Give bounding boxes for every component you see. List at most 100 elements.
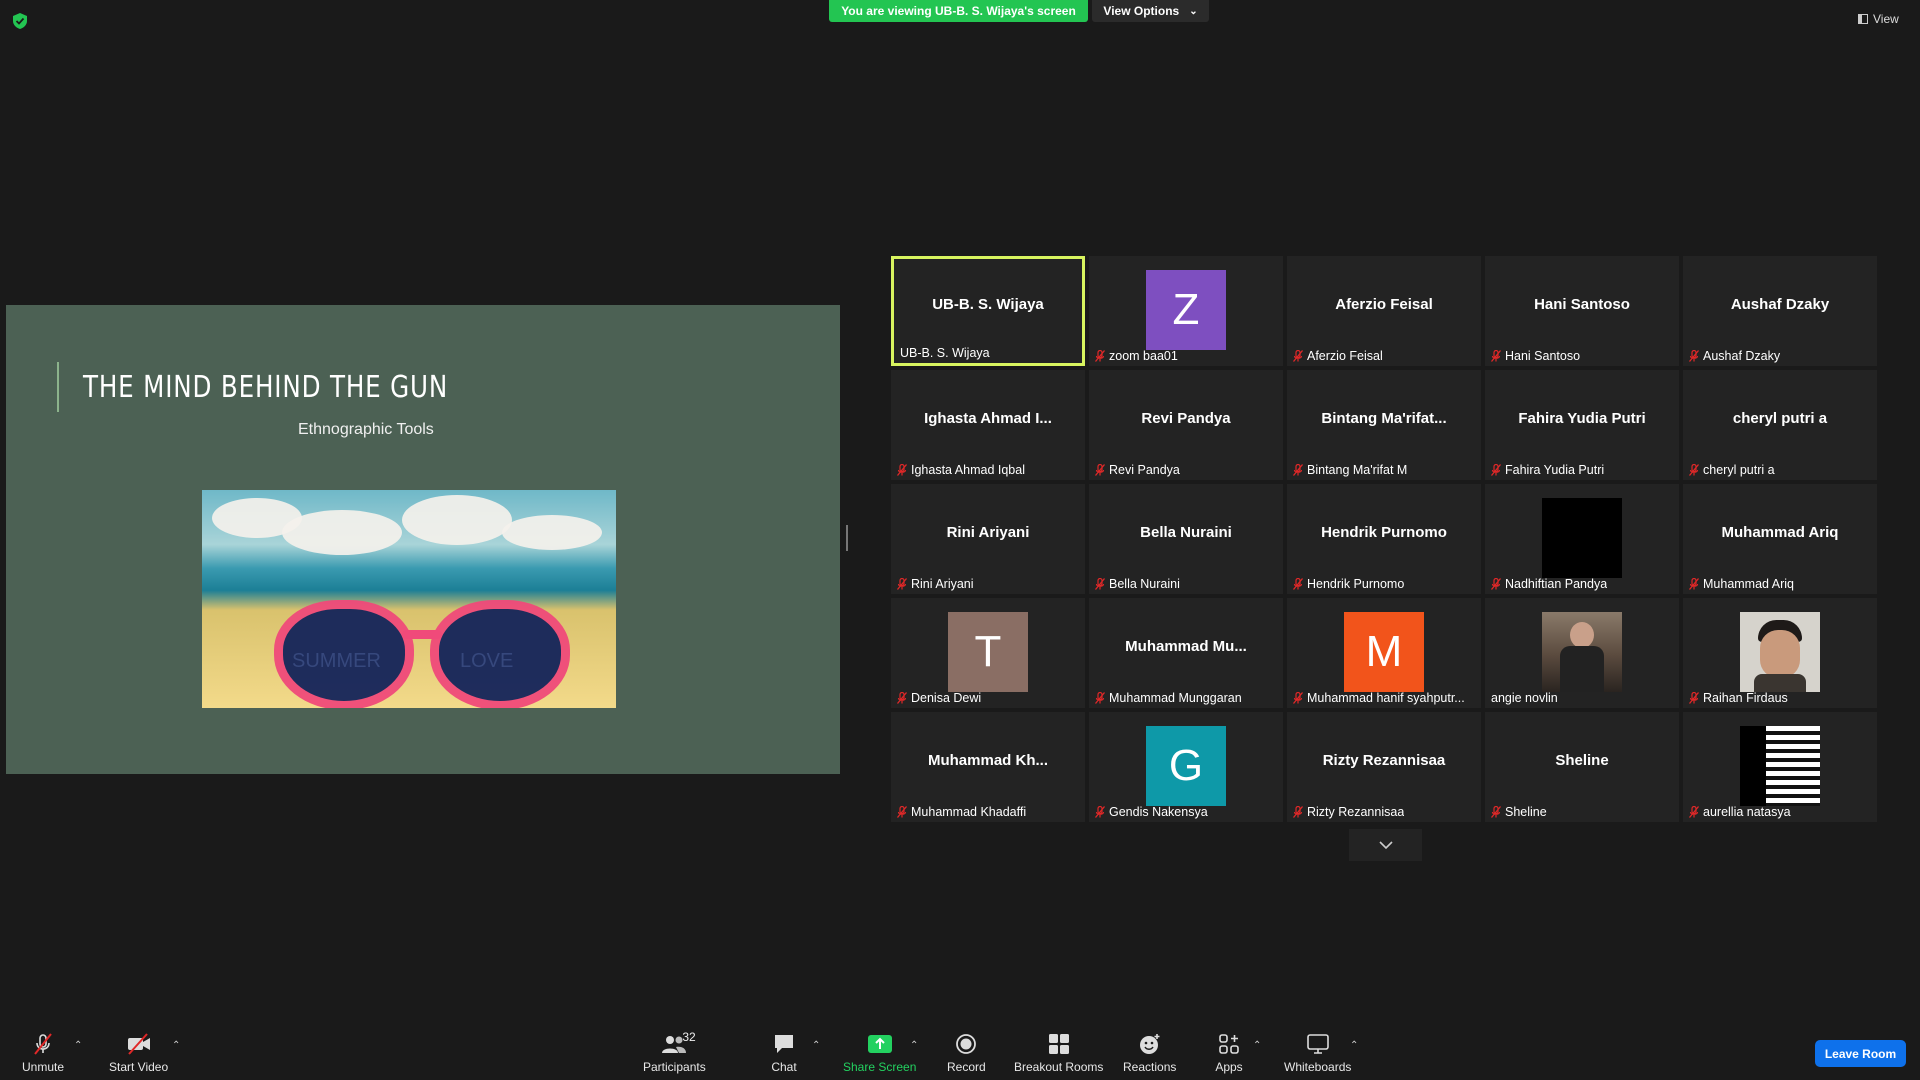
chevron-down-icon: ⌄: [1189, 5, 1198, 17]
participant-name-label: Rizty Rezannisaa: [1293, 805, 1404, 819]
participant-tile[interactable]: Hani Santoso Hani Santoso: [1485, 256, 1679, 366]
participants-count: 32: [682, 1030, 696, 1044]
audio-options-caret[interactable]: ⌃: [74, 1040, 82, 1051]
participant-name-label: Fahira Yudia Putri: [1491, 463, 1604, 477]
participant-tile[interactable]: aurellia natasya: [1683, 712, 1877, 822]
participant-tile[interactable]: Muhammad Kh... Muhammad Khadaffi: [891, 712, 1085, 822]
start-video-button[interactable]: Start Video: [109, 1032, 168, 1074]
share-options-caret[interactable]: ⌃: [910, 1040, 918, 1051]
participant-avatar: G: [1146, 726, 1226, 806]
participant-name-label: Bella Nuraini: [1095, 577, 1180, 591]
apps-options-caret[interactable]: ⌃: [1253, 1040, 1261, 1051]
participant-tile[interactable]: Rizty Rezannisaa Rizty Rezannisaa: [1287, 712, 1481, 822]
participant-video: [1542, 498, 1622, 578]
participant-tile[interactable]: Bella Nuraini Bella Nuraini: [1089, 484, 1283, 594]
apps-icon: [1219, 1034, 1239, 1054]
participant-name: Hani Santoso: [1505, 349, 1581, 363]
breakout-rooms-icon: [1048, 1034, 1069, 1054]
participant-tile[interactable]: angie novlin: [1485, 598, 1679, 708]
participant-name-label: Raihan Firdaus: [1689, 691, 1788, 705]
participant-name-label: Muhammad hanif syahputr...: [1293, 691, 1465, 705]
participant-name-label: Nadhiftian Pandya: [1491, 577, 1607, 591]
participant-tile[interactable]: T Denisa Dewi: [891, 598, 1085, 708]
participant-name-label: Muhammad Munggaran: [1095, 691, 1242, 705]
share-screen-button[interactable]: Share Screen: [843, 1032, 916, 1074]
participant-name: Rini Ariyani: [911, 577, 974, 591]
participant-tile[interactable]: G Gendis Nakensya: [1089, 712, 1283, 822]
record-button[interactable]: Record: [947, 1032, 986, 1074]
participant-video: [1740, 612, 1820, 692]
participant-tile[interactable]: M Muhammad hanif syahputr...: [1287, 598, 1481, 708]
participant-display-name: cheryl putri a: [1732, 409, 1828, 427]
participant-tile[interactable]: Sheline Sheline: [1485, 712, 1679, 822]
image-text-love: LOVE: [460, 650, 514, 672]
record-icon: [956, 1034, 977, 1054]
participant-tile[interactable]: Zzoom baa01: [1089, 256, 1283, 366]
mic-muted-icon: [1095, 578, 1105, 590]
participant-display-name: Aushaf Dzaky: [1730, 295, 1830, 313]
chat-button[interactable]: Chat: [770, 1032, 798, 1074]
participant-display-name: Rini Ariyani: [946, 523, 1030, 541]
participant-tile[interactable]: Ighasta Ahmad I... Ighasta Ahmad Iqbal: [891, 370, 1085, 480]
mic-muted-icon: [1293, 350, 1303, 362]
share-screen-icon: [867, 1035, 892, 1053]
whiteboards-options-caret[interactable]: ⌃: [1350, 1040, 1358, 1051]
participant-tile[interactable]: Nadhiftian Pandya: [1485, 484, 1679, 594]
participant-name: Bintang Ma'rifat M: [1307, 463, 1408, 477]
video-off-icon: [127, 1033, 150, 1055]
participant-name: Muhammad Khadaffi: [911, 805, 1027, 819]
security-shield-icon[interactable]: [13, 13, 27, 29]
chat-options-caret[interactable]: ⌃: [812, 1040, 820, 1051]
participant-name-label: Denisa Dewi: [897, 691, 981, 705]
slide-accent-line: [57, 362, 59, 412]
participant-tile[interactable]: Bintang Ma'rifat... Bintang Ma'rifat M: [1287, 370, 1481, 480]
shared-screen: THE MIND BEHIND THE GUN Ethnographic Too…: [6, 305, 840, 774]
leave-room-button[interactable]: Leave Room: [1815, 1040, 1906, 1067]
participant-tile[interactable]: Fahira Yudia Putri Fahira Yudia Putri: [1485, 370, 1679, 480]
participant-tile[interactable]: Rini Ariyani Rini Ariyani: [891, 484, 1085, 594]
participant-name: Muhammad Ariq: [1703, 577, 1795, 591]
participant-avatar: T: [948, 612, 1028, 692]
apps-button[interactable]: Apps: [1215, 1032, 1243, 1074]
participant-display-name: Muhammad Kh...: [927, 751, 1048, 769]
participant-name-label: angie novlin: [1491, 691, 1558, 705]
participant-tile[interactable]: Hendrik Purnomo Hendrik Purnomo: [1287, 484, 1481, 594]
mic-muted-icon: [897, 464, 907, 476]
participant-tile[interactable]: Muhammad Ariq Muhammad Ariq: [1683, 484, 1877, 594]
participant-display-name: Rizty Rezannisaa: [1322, 751, 1446, 769]
participant-name: Hendrik Purnomo: [1307, 577, 1405, 591]
video-options-caret[interactable]: ⌃: [172, 1040, 180, 1051]
participants-button[interactable]: 32 Participants: [643, 1030, 706, 1074]
participant-tile[interactable]: Aushaf Dzaky Aushaf Dzaky: [1683, 256, 1877, 366]
image-text-summer: SUMMER: [292, 650, 381, 672]
participant-name: Denisa Dewi: [911, 691, 982, 705]
participant-display-name: UB-B. S. Wijaya: [932, 295, 1044, 313]
view-button[interactable]: View: [1858, 10, 1899, 28]
breakout-rooms-button[interactable]: Breakout Rooms: [1014, 1032, 1103, 1074]
participant-tile[interactable]: Revi Pandya Revi Pandya: [1089, 370, 1283, 480]
participant-tile[interactable]: UB-B. S. Wijaya UB-B. S. Wijaya: [891, 256, 1085, 366]
participant-tile[interactable]: Muhammad Mu... Muhammad Munggaran: [1089, 598, 1283, 708]
participant-name: zoom baa01: [1109, 349, 1178, 363]
view-options-button[interactable]: View Options ⌄: [1092, 0, 1209, 22]
reactions-button[interactable]: Reactions: [1123, 1032, 1176, 1074]
participant-name-label: Aushaf Dzaky: [1689, 349, 1780, 363]
participant-name: cheryl putri a: [1703, 463, 1775, 477]
split-view-resize-handle[interactable]: [846, 525, 848, 551]
participant-tile[interactable]: Aferzio Feisal Aferzio Feisal: [1287, 256, 1481, 366]
participant-name: Muhammad Munggaran: [1109, 691, 1242, 705]
participant-avatar: M: [1344, 612, 1424, 692]
participant-name: Sheline: [1505, 805, 1547, 819]
unmute-button[interactable]: Unmute: [22, 1032, 64, 1074]
participant-display-name: Muhammad Ariq: [1721, 523, 1839, 541]
participant-name: Aushaf Dzaky: [1703, 349, 1781, 363]
participant-tile[interactable]: cheryl putri a cheryl putri a: [1683, 370, 1877, 480]
participant-avatar: Z: [1146, 270, 1226, 350]
participant-tile[interactable]: Raihan Firdaus: [1683, 598, 1877, 708]
gallery-next-page-button[interactable]: [1349, 829, 1422, 861]
participant-name-label: Gendis Nakensya: [1095, 805, 1208, 819]
mic-muted-icon: [1689, 692, 1699, 704]
mic-muted-icon: [1689, 806, 1699, 818]
participant-name: Muhammad hanif syahputr...: [1307, 691, 1465, 705]
whiteboards-button[interactable]: Whiteboards: [1284, 1032, 1351, 1074]
